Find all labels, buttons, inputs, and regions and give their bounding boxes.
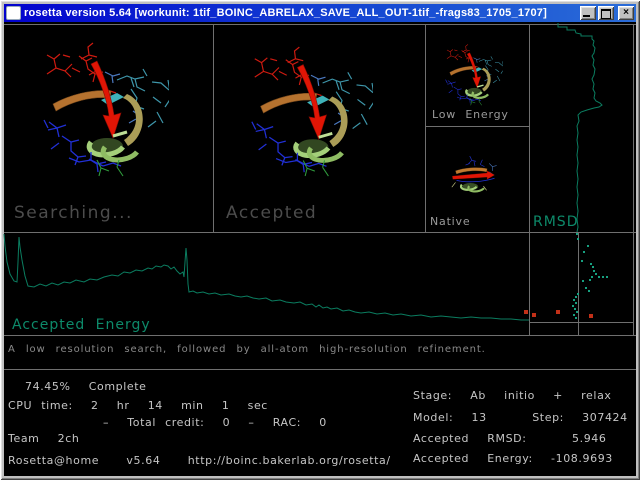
- panel-border-top: [4, 24, 636, 25]
- low-energy-panel-label: Low Energy: [432, 108, 509, 121]
- accepted-rmsd-status: Accepted RMSD: 5.946: [413, 432, 607, 445]
- divider-accepted-lowenergy: [425, 24, 426, 232]
- minimize-button[interactable]: [580, 6, 596, 20]
- model-step-status: Model: 13 Step: 307424: [413, 411, 628, 424]
- stage-description: A low resolution search, followed by all…: [8, 344, 486, 355]
- rmsd-plot-label: RMSD: [533, 214, 578, 230]
- close-button[interactable]: ×: [618, 6, 634, 20]
- separator-below-description: [4, 369, 636, 370]
- minimize-icon: [583, 15, 590, 17]
- title-bar[interactable]: rosetta version 5.64 [workunit: 1tif_BOI…: [4, 4, 636, 22]
- divider-rmsd-panel-left: [529, 24, 530, 335]
- rmsd-panel-right-edge: [633, 24, 634, 335]
- searching-panel-label: Searching...: [14, 203, 133, 223]
- maximize-button[interactable]: [598, 6, 614, 20]
- divider-energy-graph-top: [4, 232, 636, 233]
- native-panel-label: Native: [430, 215, 470, 228]
- team-name: Team 2ch: [8, 432, 80, 445]
- maximize-icon: [601, 9, 611, 19]
- divider-searching-accepted: [213, 24, 214, 232]
- protein-render-native: [446, 146, 504, 202]
- cpu-time: CPU time: 2 hr 14 min 1 sec: [8, 399, 268, 412]
- stage-status: Stage: Ab initio + relax: [413, 389, 612, 402]
- window-title: rosetta version 5.64 [workunit: 1tif_BOI…: [24, 7, 580, 19]
- accepted-energy-status: Accepted Energy: -108.9693: [413, 452, 613, 465]
- application-icon: [6, 6, 21, 20]
- divider-lowenergy-native: [425, 126, 530, 127]
- rmsd-gridline-baseline: [529, 322, 634, 323]
- rosetta-screensaver-window: rosetta version 5.64 [workunit: 1tif_BOI…: [0, 0, 640, 480]
- rmsd-gridline-vertical: [578, 232, 579, 335]
- close-icon: ×: [623, 7, 629, 18]
- protein-render-searching: [38, 42, 170, 182]
- accepted-energy-plot-label: Accepted Energy: [12, 317, 151, 333]
- separator-above-description: [4, 335, 636, 336]
- credit-rac: – Total credit: 0 – RAC: 0: [103, 416, 327, 429]
- protein-render-low-energy: [442, 44, 504, 108]
- percent-complete: 74.45% Complete: [25, 380, 147, 393]
- app-version-url: Rosetta@home v5.64 http://boinc.bakerlab…: [8, 454, 391, 467]
- protein-render-accepted: [247, 44, 373, 184]
- accepted-panel-label: Accepted: [226, 203, 317, 223]
- window-controls: ×: [580, 6, 634, 20]
